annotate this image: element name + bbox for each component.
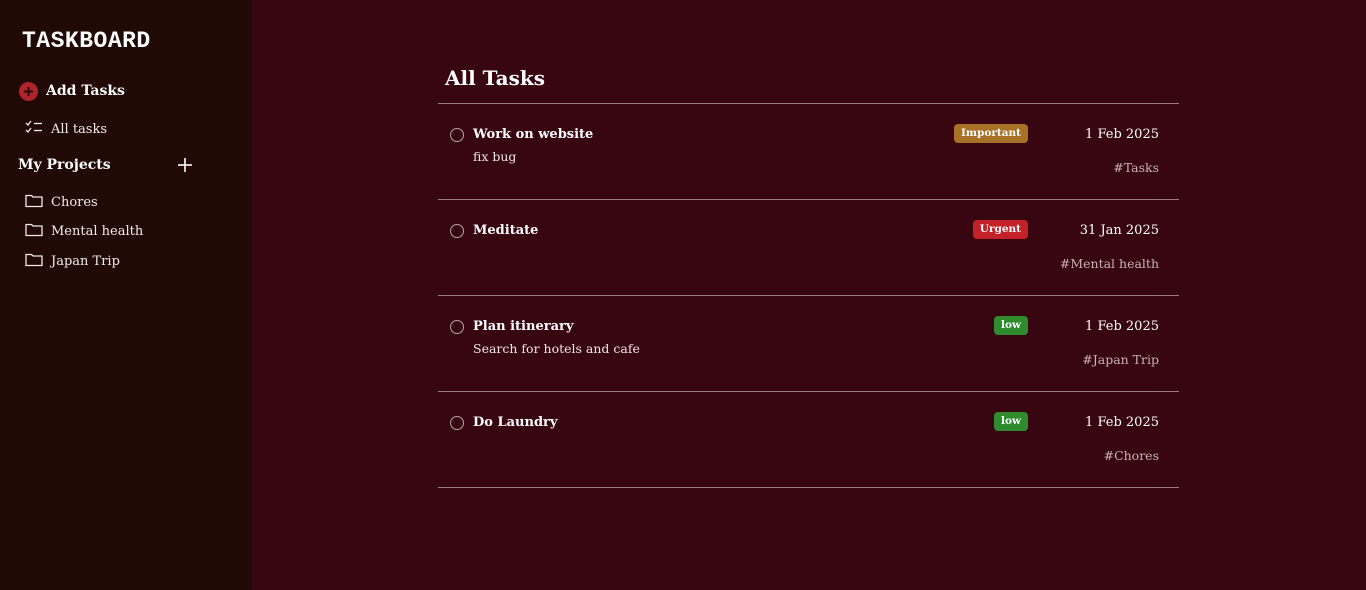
page-title: All Tasks — [445, 66, 545, 90]
task-title: Work on website — [473, 127, 594, 142]
project-list: Chores Mental health Japan Trip — [25, 192, 143, 281]
task-due-date: 1 Feb 2025 — [1085, 319, 1159, 334]
sidebar-item-mental-health[interactable]: Mental health — [25, 222, 143, 242]
task-title: Plan itinerary — [473, 319, 574, 334]
task-item[interactable]: Plan itinerary Search for hotels and caf… — [438, 296, 1179, 392]
task-list: Work on website fix bug Important 1 Feb … — [438, 103, 1179, 488]
complete-checkbox[interactable] — [450, 128, 464, 142]
priority-badge: Urgent — [972, 220, 1028, 239]
add-project-plus-icon[interactable] — [176, 156, 194, 174]
task-due-date: 1 Feb 2025 — [1085, 415, 1159, 430]
task-due-date: 1 Feb 2025 — [1085, 127, 1159, 142]
complete-checkbox[interactable] — [450, 416, 464, 430]
task-item[interactable]: Work on website fix bug Important 1 Feb … — [438, 104, 1179, 200]
task-project-tag: #Chores — [1103, 448, 1159, 463]
task-item[interactable]: Meditate Urgent 31 Jan 2025 #Mental heal… — [438, 200, 1179, 296]
add-tasks-label: Add Tasks — [46, 83, 125, 99]
app-logo: TASKBOARD — [22, 28, 151, 54]
complete-checkbox[interactable] — [450, 320, 464, 334]
folder-icon — [25, 193, 43, 212]
sidebar-item-label: All tasks — [51, 121, 108, 137]
add-circle-icon — [19, 81, 38, 101]
complete-checkbox[interactable] — [450, 224, 464, 238]
sidebar-item-chores[interactable]: Chores — [25, 192, 143, 212]
task-item[interactable]: Do Laundry low 1 Feb 2025 #Chores — [438, 392, 1179, 488]
projects-title: My Projects — [18, 157, 111, 173]
sidebar-item-label: Mental health — [51, 224, 144, 239]
folder-icon — [25, 252, 43, 271]
task-description: fix bug — [473, 149, 517, 164]
task-project-tag: #Tasks — [1113, 160, 1159, 175]
task-title: Meditate — [473, 223, 539, 238]
sidebar-item-label: Chores — [51, 194, 98, 210]
sidebar: TASKBOARD Add Tasks All tasks My Project… — [0, 0, 252, 590]
projects-header: My Projects — [18, 154, 194, 176]
sidebar-item-label: Japan Trip — [51, 253, 120, 269]
task-project-tag: #Mental health — [1059, 256, 1159, 271]
task-title: Do Laundry — [473, 415, 558, 430]
priority-badge: low — [993, 316, 1028, 335]
add-tasks-button[interactable]: Add Tasks — [19, 80, 125, 102]
checklist-icon — [25, 120, 43, 138]
priority-badge: low — [993, 412, 1028, 431]
task-project-tag: #Japan Trip — [1082, 352, 1159, 367]
priority-badge: Important — [953, 124, 1028, 143]
task-due-date: 31 Jan 2025 — [1079, 223, 1159, 238]
task-description: Search for hotels and cafe — [473, 341, 640, 356]
sidebar-item-japan-trip[interactable]: Japan Trip — [25, 251, 143, 271]
folder-icon — [25, 222, 43, 241]
sidebar-item-all-tasks[interactable]: All tasks — [25, 119, 107, 139]
